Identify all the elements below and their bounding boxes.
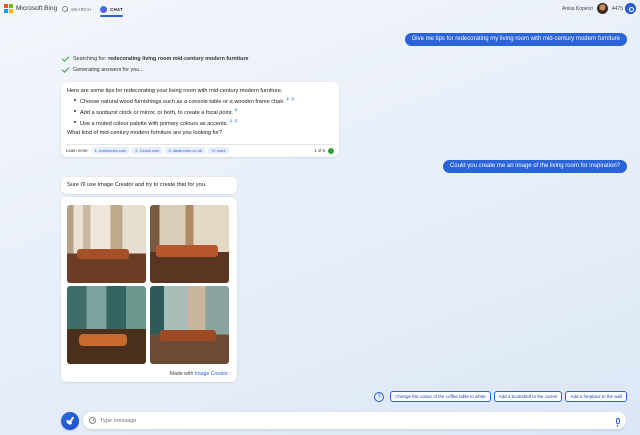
image-creator-card: Made with Image Creator <box>61 197 237 382</box>
suggestions-row: ? Change the colour of the coffee table … <box>374 391 627 402</box>
status-generating: Generating answers for you... <box>61 65 144 73</box>
user-message: Could you create me an image of the livi… <box>442 160 627 173</box>
learn-more-row: Learn more: 1. realhomes.com 2. 21oak.co… <box>66 144 334 154</box>
tips-list: Choose natural wood furnishings such as … <box>67 97 333 127</box>
tab-search-label: SEARCH <box>71 6 91 12</box>
generated-image[interactable] <box>67 205 146 283</box>
message-composer <box>83 412 626 429</box>
source-link[interactable]: 3. idealhome.co.uk <box>165 147 205 154</box>
source-link[interactable]: 1. realhomes.com <box>91 147 130 154</box>
avatar[interactable] <box>596 3 608 14</box>
answer-question: What kind of mid-century modern furnitur… <box>67 129 223 136</box>
microsoft-logo-icon <box>4 4 13 13</box>
tab-chat[interactable]: CHAT <box>100 4 123 17</box>
status-search-query: redecorating living room mid-century mod… <box>108 56 249 62</box>
status-dot-icon <box>328 147 334 154</box>
status-search-prefix: Searching for: <box>73 56 107 62</box>
chat-input-icon <box>89 417 96 424</box>
search-icon <box>62 6 68 12</box>
checkmark-icon <box>61 65 70 73</box>
checkmark-icon <box>61 54 70 62</box>
suggestion-chip[interactable]: Change the colour of the coffee table to… <box>390 391 491 402</box>
source-link[interactable]: 2. 21oak.com <box>132 147 163 154</box>
suggestion-chip[interactable]: Add a fireplace to the wall <box>565 391 627 402</box>
bot-reply: Sure I'll use Image Creator and try to c… <box>61 177 237 194</box>
learn-more-label: Learn more: <box>66 148 89 153</box>
generated-image[interactable] <box>150 286 229 364</box>
help-icon[interactable]: ? <box>374 391 385 402</box>
brand-name: Microsoft Bing <box>16 5 58 12</box>
status-searching: Searching for: redecorating living room … <box>61 54 249 62</box>
list-item: Add a sunburst clock or mirror, or both,… <box>74 107 333 116</box>
list-item: Use a muted colour palette with primary … <box>74 118 333 127</box>
rewards-medal-icon <box>625 3 636 14</box>
rewards-points: 4475 <box>611 5 623 12</box>
citation-link[interactable]: 2 <box>290 97 295 101</box>
active-tab-indicator <box>100 15 123 17</box>
citation-link[interactable]: 1 <box>285 97 290 101</box>
made-with-caption: Made with Image Creator <box>169 371 228 377</box>
chat-bubble-icon <box>100 5 107 13</box>
suggestion-chip[interactable]: Add a bookshelf to the corner <box>493 391 563 402</box>
list-item: Choose natural wood furnishings such as … <box>74 97 333 105</box>
tab-chat-label: CHAT <box>110 6 123 12</box>
user-area: Anisa Koperzi 4475 <box>562 3 636 14</box>
bot-answer-card: Here are some tips for redecorating your… <box>61 82 339 157</box>
broom-icon <box>66 416 74 425</box>
more-sources-link[interactable]: +2 more <box>207 147 229 154</box>
new-topic-button[interactable] <box>61 412 79 430</box>
generated-image[interactable] <box>150 205 229 283</box>
brand[interactable]: Microsoft Bing <box>4 4 57 13</box>
citation-link[interactable]: 1 <box>229 118 233 123</box>
status-generating-text: Generating answers for you... <box>73 67 144 73</box>
generated-image[interactable] <box>67 286 146 364</box>
message-input[interactable] <box>100 417 616 424</box>
response-count: 1 of 6 <box>314 147 334 154</box>
tab-search[interactable]: SEARCH <box>62 4 91 14</box>
top-bar: Microsoft Bing SEARCH CHAT Anisa Koperzi… <box>0 0 640 20</box>
microphone-icon[interactable] <box>616 417 620 427</box>
user-message: Give me tips for redecorating my living … <box>404 33 627 46</box>
answer-intro: Here are some tips for redecorating your… <box>67 88 283 94</box>
citation-link[interactable]: 3 <box>233 107 238 112</box>
image-creator-link[interactable]: Image Creator <box>195 371 228 377</box>
rewards[interactable]: 4475 <box>612 3 636 14</box>
citation-link[interactable]: 2 <box>234 118 238 123</box>
user-name[interactable]: Anisa Koperzi <box>562 6 593 12</box>
